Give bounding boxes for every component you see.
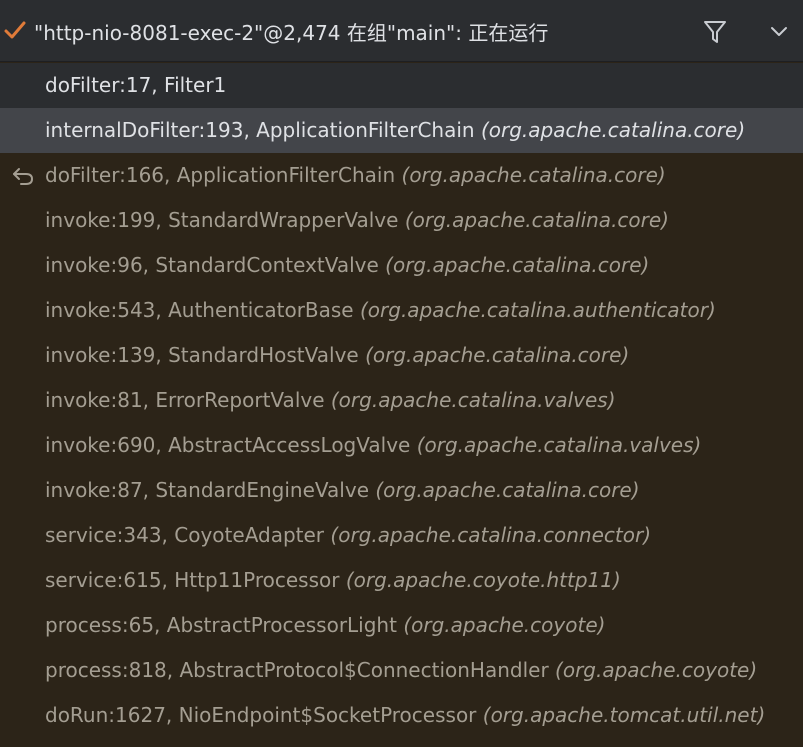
stack-frame[interactable]: invoke:543, AuthenticatorBase (org.apach…: [0, 288, 803, 333]
frame-method: process:65, AbstractProcessorLight: [45, 613, 397, 637]
frame-package: (org.apache.coyote.http11): [345, 568, 621, 592]
thread-header[interactable]: "http-nio-8081-exec-2"@2,474 在组"main": 正…: [0, 0, 803, 62]
check-icon: [4, 21, 26, 39]
stack-frame[interactable]: doFilter:17, Filter1: [0, 63, 803, 108]
frame-package: (org.apache.catalina.connector): [330, 523, 652, 547]
thread-title: "http-nio-8081-exec-2"@2,474 在组"main": 正…: [34, 21, 549, 45]
stack-frame[interactable]: service:615, Http11Processor (org.apache…: [0, 558, 803, 603]
frame-package: (org.apache.catalina.core): [401, 163, 666, 187]
stack-frame-list[interactable]: doFilter:17, Filter1 internalDoFilter:19…: [0, 63, 803, 747]
stack-frame[interactable]: invoke:96, StandardContextValve (org.apa…: [0, 243, 803, 288]
frame-package: (org.apache.catalina.core): [365, 343, 630, 367]
frame-method: process:818, AbstractProtocol$Connection…: [45, 658, 549, 682]
frame-method: doFilter:17, Filter1: [45, 73, 227, 97]
frame-package: (org.apache.catalina.core): [480, 118, 746, 142]
frame-package: (org.apache.coyote): [403, 613, 606, 637]
frame-method: service:615, Http11Processor: [45, 568, 340, 592]
frame-method: invoke:139, StandardHostValve: [45, 343, 359, 367]
frame-package: (org.apache.catalina.valves): [416, 433, 702, 457]
chevron-down-icon[interactable]: [769, 24, 789, 38]
frame-method: doRun:1627, NioEndpoint$SocketProcessor: [45, 703, 477, 727]
frame-package: (org.apache.catalina.core): [375, 478, 640, 502]
stack-frame[interactable]: invoke:81, ErrorReportValve (org.apache.…: [0, 378, 803, 423]
stack-frame[interactable]: invoke:690, AbstractAccessLogValve (org.…: [0, 423, 803, 468]
stack-frame[interactable]: invoke:199, StandardWrapperValve (org.ap…: [0, 198, 803, 243]
frame-method: service:343, CoyoteAdapter: [45, 523, 325, 547]
frame-method: internalDoFilter:193, ApplicationFilterC…: [45, 118, 475, 142]
stack-frame[interactable]: doFilter:166, ApplicationFilterChain (or…: [0, 153, 803, 198]
stack-frame[interactable]: internalDoFilter:193, ApplicationFilterC…: [0, 108, 803, 153]
frame-method: invoke:199, StandardWrapperValve: [45, 208, 399, 232]
stack-frame[interactable]: process:818, AbstractProtocol$Connection…: [0, 648, 803, 693]
frame-package: (org.apache.coyote): [555, 658, 758, 682]
stack-frame[interactable]: doRun:1627, NioEndpoint$SocketProcessor …: [0, 693, 803, 738]
frame-package: (org.apache.catalina.core): [404, 208, 669, 232]
frame-method: invoke:543, AuthenticatorBase: [45, 298, 354, 322]
stack-frame[interactable]: invoke:87, StandardEngineValve (org.apac…: [0, 468, 803, 513]
frame-method: invoke:96, StandardContextValve: [45, 253, 379, 277]
frame-method: invoke:690, AbstractAccessLogValve: [45, 433, 411, 457]
frame-method: invoke:87, StandardEngineValve: [45, 478, 369, 502]
frame-package: (org.apache.catalina.core): [385, 253, 650, 277]
frame-package: (org.apache.catalina.authenticator): [359, 298, 716, 322]
stack-frame[interactable]: invoke:139, StandardHostValve (org.apach…: [0, 333, 803, 378]
frame-package: (org.apache.catalina.valves): [330, 388, 616, 412]
return-arrow-icon: [13, 168, 34, 185]
stack-frame[interactable]: service:343, CoyoteAdapter (org.apache.c…: [0, 513, 803, 558]
stack-frame[interactable]: process:65, AbstractProcessorLight (org.…: [0, 603, 803, 648]
frame-method: invoke:81, ErrorReportValve: [45, 388, 325, 412]
filter-icon[interactable]: [703, 19, 727, 45]
frame-method: doFilter:166, ApplicationFilterChain: [45, 163, 396, 187]
frame-package: (org.apache.tomcat.util.net): [482, 703, 766, 727]
